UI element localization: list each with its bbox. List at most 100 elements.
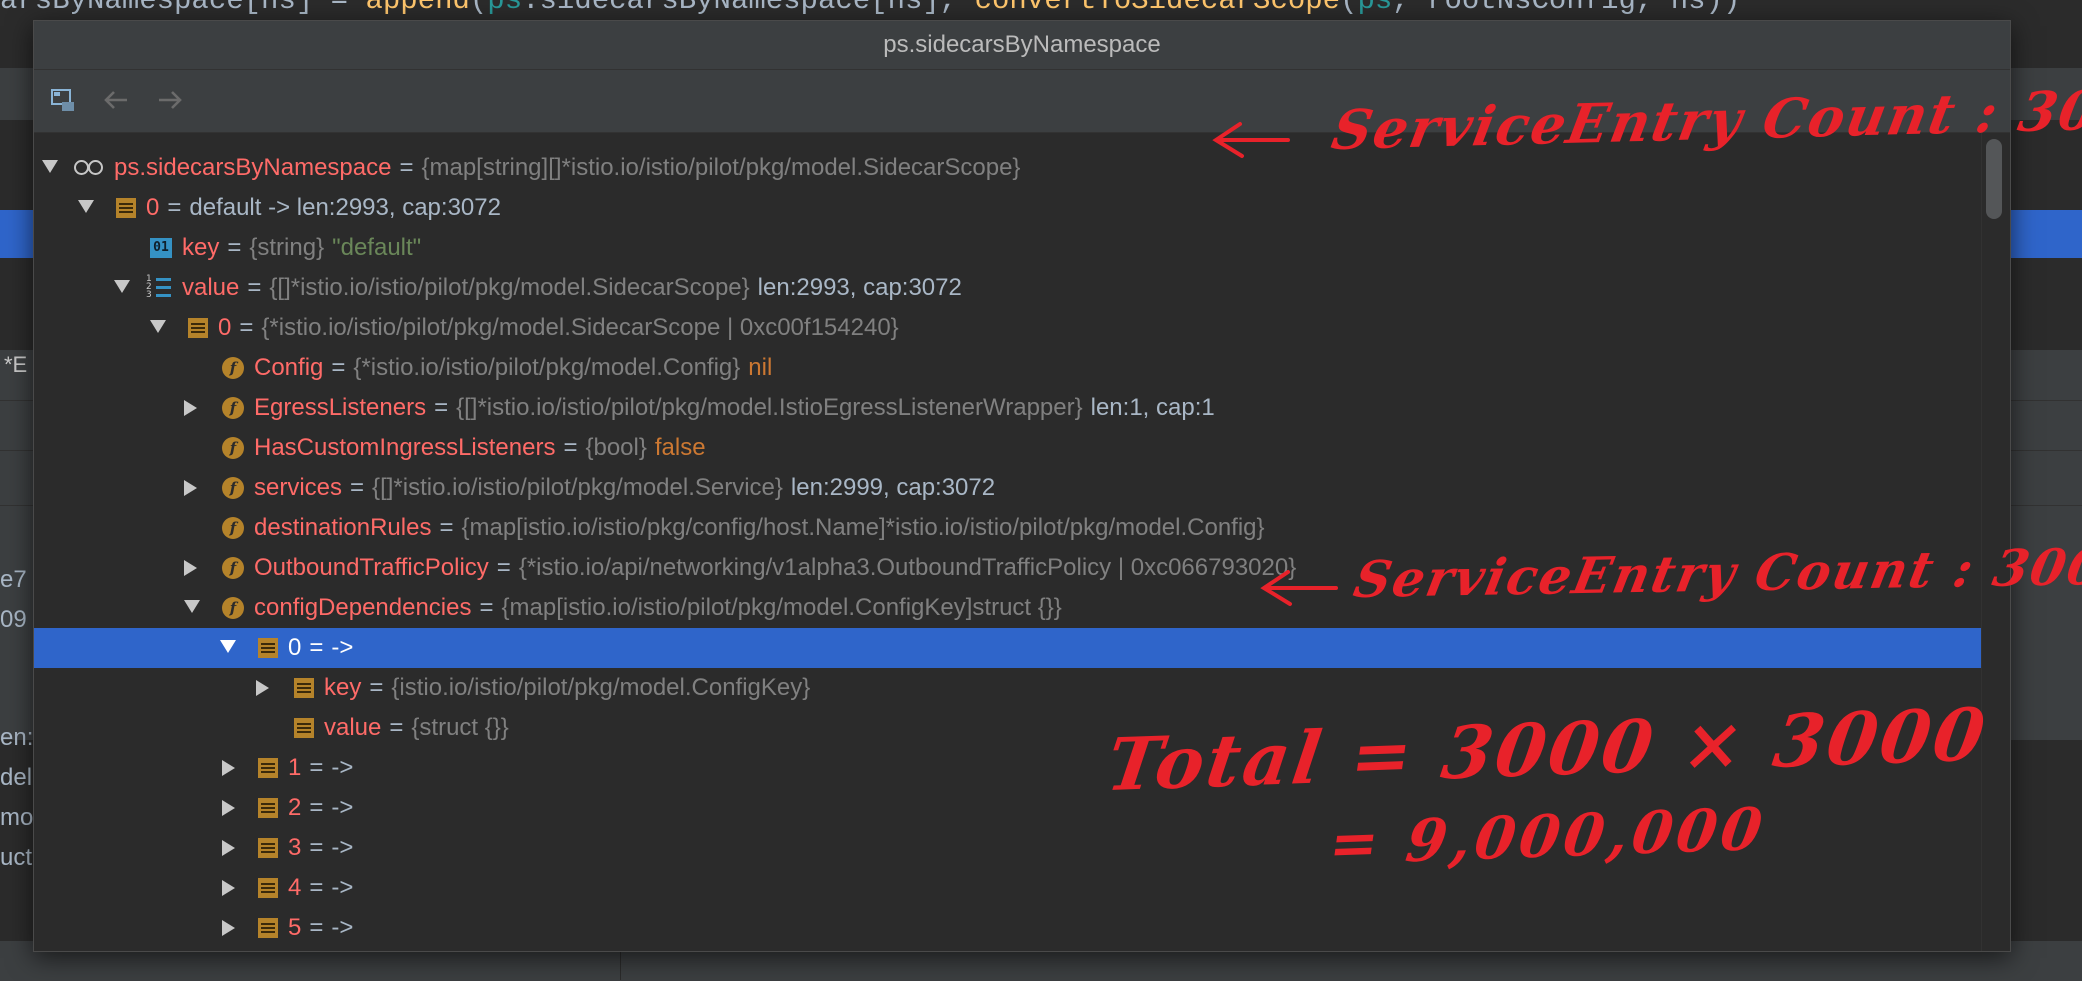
- entry-index: 3: [288, 834, 302, 861]
- tree-row-dependency-entry[interactable]: 6 = ->: [34, 948, 1982, 951]
- field-icon: f: [222, 597, 244, 619]
- class-hierarchy-icon[interactable]: [46, 82, 82, 118]
- arrow-left-icon[interactable]: [98, 82, 134, 118]
- entry-index: 1: [288, 754, 302, 781]
- entry-value: ->: [331, 914, 354, 941]
- field-type: {*istio.io/api/networking/v1alpha3.Outbo…: [518, 554, 1297, 581]
- field-type: {bool}: [585, 434, 647, 461]
- equals-sign: =: [239, 314, 254, 341]
- entry-value: ->: [331, 754, 354, 781]
- variable-name: key: [182, 234, 220, 261]
- variable-type: {istio.io/istio/pilot/pkg/model.ConfigKe…: [391, 674, 811, 701]
- expand-toggle-icon[interactable]: [220, 640, 236, 653]
- variable-type: {string}: [249, 234, 325, 261]
- field-length: len:1, cap:1: [1090, 394, 1215, 421]
- equals-sign: =: [309, 874, 324, 901]
- variable-length: len:2993, cap:3072: [757, 274, 962, 301]
- element-icon: [294, 718, 314, 738]
- code-variable: ps: [487, 0, 523, 17]
- variable-name: value: [324, 714, 382, 741]
- equals-sign: =: [167, 194, 182, 221]
- field-icon: f: [222, 557, 244, 579]
- expand-toggle-icon[interactable]: [78, 200, 94, 213]
- tree-row-slice-element[interactable]: 0 = {*istio.io/istio/pilot/pkg/model.Sid…: [34, 308, 1982, 348]
- expand-toggle-icon[interactable]: [184, 600, 200, 613]
- expand-toggle-icon[interactable]: [222, 920, 235, 936]
- equals-sign: =: [389, 714, 404, 741]
- scrollbar-thumb[interactable]: [1986, 139, 2002, 219]
- variable-name: value: [182, 274, 240, 301]
- entry-value: ->: [331, 634, 354, 661]
- equals-sign: =: [309, 914, 324, 941]
- expand-toggle-icon[interactable]: [184, 480, 197, 496]
- tree-row-dependency-entry[interactable]: 4 = ->: [34, 868, 1982, 908]
- code-function: convertToSidecarScope: [974, 0, 1341, 17]
- field-type: {map[istio.io/istio/pilot/pkg/model.Conf…: [501, 594, 1062, 621]
- field-icon: f: [222, 397, 244, 419]
- tree-row-key[interactable]: 01 key = {string} "default": [34, 228, 1982, 268]
- expand-toggle-icon[interactable]: [222, 880, 235, 896]
- annotation-arrow-2: [1260, 570, 1338, 606]
- field-icon: f: [222, 357, 244, 379]
- tree-row-value[interactable]: 123 value = {[]*istio.io/istio/pilot/pkg…: [34, 268, 1982, 308]
- variable-type: {map[string][]*istio.io/istio/pilot/pkg/…: [421, 154, 1021, 181]
- tree-row-dependency-entry[interactable]: 5 = ->: [34, 908, 1982, 948]
- entry-index: 6: [288, 948, 301, 951]
- field-icon: f: [222, 477, 244, 499]
- arrow-right-icon[interactable]: [152, 82, 188, 118]
- map-entry-icon: [258, 838, 278, 858]
- variable-type: {struct {}}: [411, 714, 509, 741]
- equals-sign: =: [309, 834, 324, 861]
- variable-name: 0: [146, 194, 160, 221]
- field-type: {*istio.io/istio/pilot/pkg/model.Config}: [353, 354, 741, 381]
- field-value: nil: [748, 354, 773, 381]
- variable-type: {*istio.io/istio/pilot/pkg/model.Sidecar…: [261, 314, 899, 341]
- expand-toggle-icon[interactable]: [150, 320, 166, 333]
- code-text: (: [1340, 0, 1358, 17]
- background-tab-label: *E: [4, 352, 28, 377]
- code-variable: ps: [1357, 0, 1393, 17]
- entry-index: 4: [288, 874, 302, 901]
- equals-sign: =: [563, 434, 578, 461]
- code-text: (: [469, 0, 488, 17]
- entry-index: 0: [288, 634, 302, 661]
- expand-toggle-icon[interactable]: [222, 840, 235, 856]
- equals-sign: =: [439, 514, 454, 541]
- tree-row-field-destinationrules[interactable]: f destinationRules = {map[istio.io/istio…: [34, 508, 1982, 548]
- code-function: append: [365, 0, 470, 17]
- entry-index: 5: [288, 914, 302, 941]
- field-icon: f: [222, 437, 244, 459]
- field-name: OutboundTrafficPolicy: [254, 554, 489, 581]
- tree-row-field-egresslisteners[interactable]: f EgressListeners = {[]*istio.io/istio/p…: [34, 388, 1982, 428]
- equals-sign: =: [369, 674, 384, 701]
- primitive-type-icon: 01: [150, 238, 172, 258]
- variable-name: 0: [218, 314, 232, 341]
- array-list-icon: 123: [146, 275, 172, 301]
- field-name: configDependencies: [254, 594, 472, 621]
- expand-toggle-icon[interactable]: [184, 560, 197, 576]
- expand-toggle-icon[interactable]: [222, 760, 235, 776]
- field-type: {[]*istio.io/istio/pilot/pkg/model.Servi…: [372, 474, 783, 501]
- equals-sign: =: [434, 394, 449, 421]
- tree-row-map-entry[interactable]: 0 = default -> len:2993, cap:3072: [34, 188, 1982, 228]
- background-code-line: arsByNamespace[ns] = append(ps.sidecarsB…: [0, 0, 1740, 17]
- code-text: .sidecarsByNamespace[ns],: [522, 0, 975, 17]
- popup-titlebar[interactable]: ps.sidecarsByNamespace: [34, 21, 2010, 70]
- expand-toggle-icon[interactable]: [184, 400, 197, 416]
- equals-sign: =: [350, 474, 365, 501]
- expand-toggle-icon[interactable]: [42, 160, 58, 173]
- tree-row-root[interactable]: ps.sidecarsByNamespace = {map[string][]*…: [34, 148, 1982, 188]
- entry-value: ->: [331, 948, 353, 951]
- expand-toggle-icon[interactable]: [256, 680, 269, 696]
- tree-row-field-hascustomingresslisteners[interactable]: f HasCustomIngressListeners = {bool} fal…: [34, 428, 1982, 468]
- tree-row-dependency-entry-selected[interactable]: 0 = ->: [34, 628, 1982, 668]
- element-icon: [294, 678, 314, 698]
- map-entry-icon: [258, 758, 278, 778]
- field-name: HasCustomIngressListeners: [254, 434, 556, 461]
- tree-row-field-services[interactable]: f services = {[]*istio.io/istio/pilot/pk…: [34, 468, 1982, 508]
- expand-toggle-icon[interactable]: [114, 280, 130, 293]
- tree-row-field-config[interactable]: f Config = {*istio.io/istio/pilot/pkg/mo…: [34, 348, 1982, 388]
- element-icon: [188, 318, 208, 338]
- expand-toggle-icon[interactable]: [222, 800, 235, 816]
- map-entry-icon: [258, 638, 278, 658]
